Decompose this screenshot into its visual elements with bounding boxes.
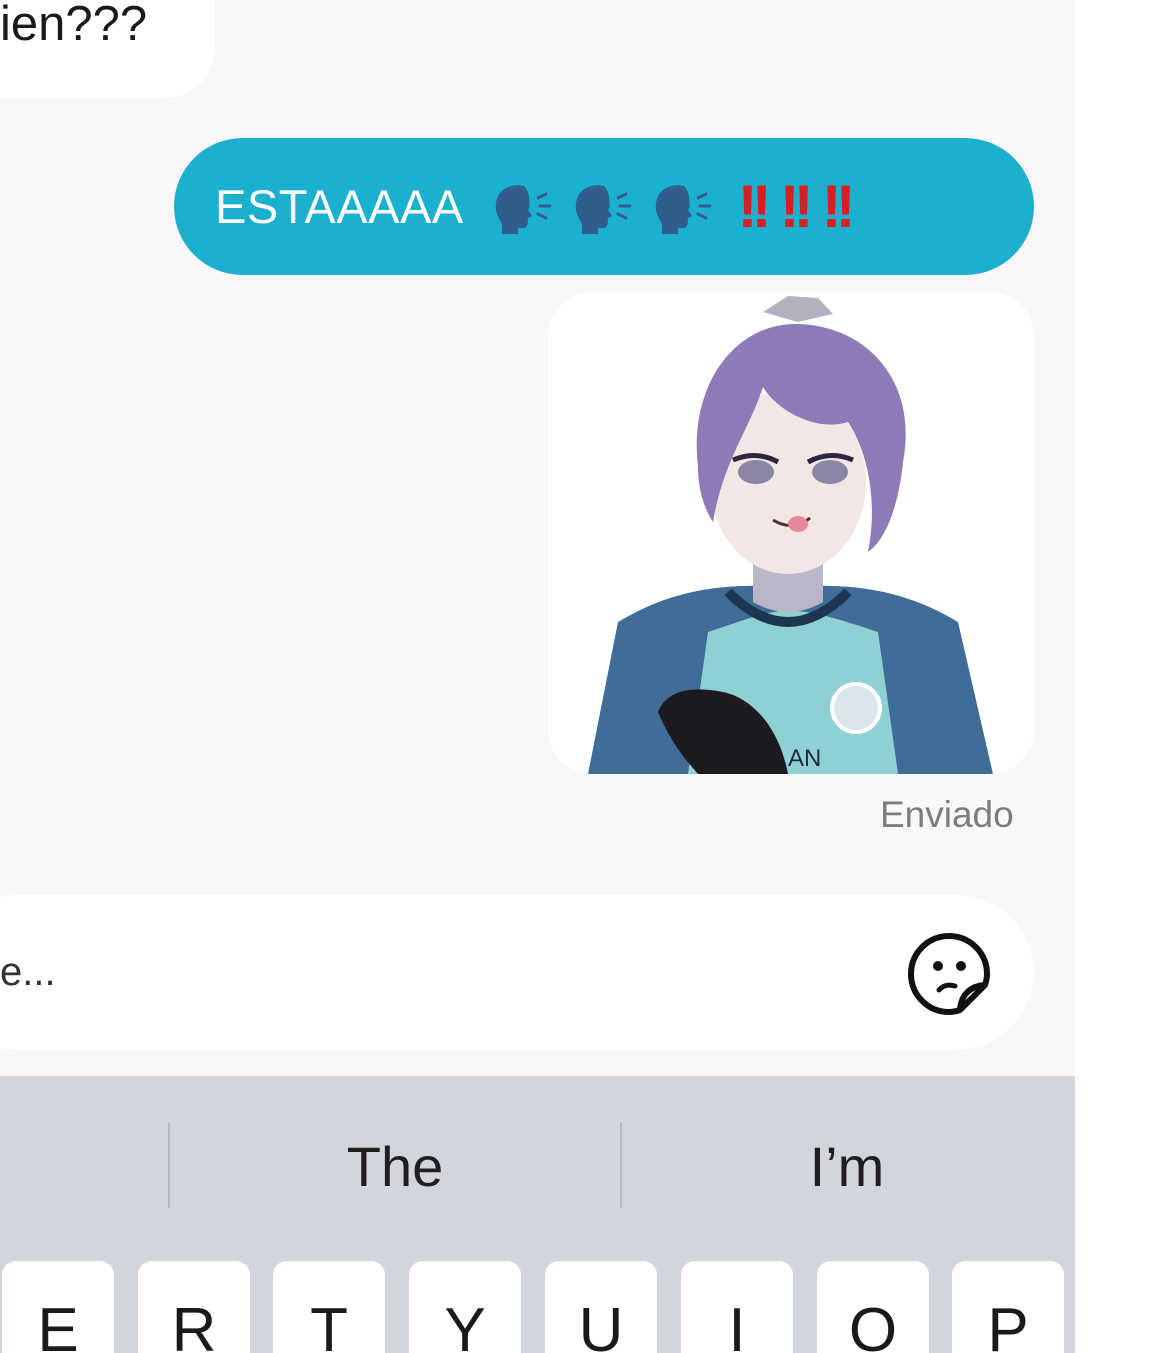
chat-screen: ien??? ESTAAAAA !! !! !! AN Enviado e...… — [0, 0, 1075, 1353]
incoming-message-text: ien??? — [0, 0, 148, 51]
sticker-text: AN — [788, 745, 821, 772]
speaking-head-icon — [655, 184, 712, 234]
message-input-placeholder: e... — [0, 950, 56, 994]
keyboard: The I’m E R T Y U I O P — [0, 1076, 1075, 1353]
sent-status: Enviado — [880, 794, 1014, 835]
key-y[interactable]: Y — [409, 1261, 521, 1353]
key-t[interactable]: T — [273, 1261, 385, 1353]
suggestion-3[interactable]: I’m — [622, 1134, 1072, 1199]
key-i[interactable]: I — [681, 1261, 793, 1353]
double-exclamation-icon: !! — [821, 172, 856, 240]
key-p[interactable]: P — [952, 1261, 1064, 1353]
incoming-message-bubble[interactable]: ien??? — [0, 0, 215, 98]
sticker-icon[interactable] — [905, 930, 993, 1018]
double-exclamation-icon: !! — [737, 172, 772, 240]
outgoing-message-bubble[interactable]: ESTAAAAA !! !! !! — [174, 138, 1034, 275]
key-u[interactable]: U — [545, 1261, 657, 1353]
speaking-head-icon — [495, 184, 552, 234]
key-r[interactable]: R — [138, 1261, 250, 1353]
emoji-row: !! !! !! — [484, 172, 856, 242]
outgoing-message-text: ESTAAAAA — [215, 180, 464, 233]
double-exclamation-icon: !! — [779, 172, 814, 240]
key-o[interactable]: O — [817, 1261, 929, 1353]
anime-character-sticker: AN — [588, 296, 993, 774]
sticker-message[interactable]: AN — [548, 292, 1034, 774]
suggestion-2[interactable]: The — [170, 1134, 620, 1199]
side-margin — [1075, 0, 1170, 1353]
message-input[interactable]: e... — [0, 895, 1034, 1050]
key-e[interactable]: E — [2, 1261, 114, 1353]
suggestion-bar: The I’m — [0, 1076, 1075, 1256]
speaking-head-icon — [575, 184, 632, 234]
